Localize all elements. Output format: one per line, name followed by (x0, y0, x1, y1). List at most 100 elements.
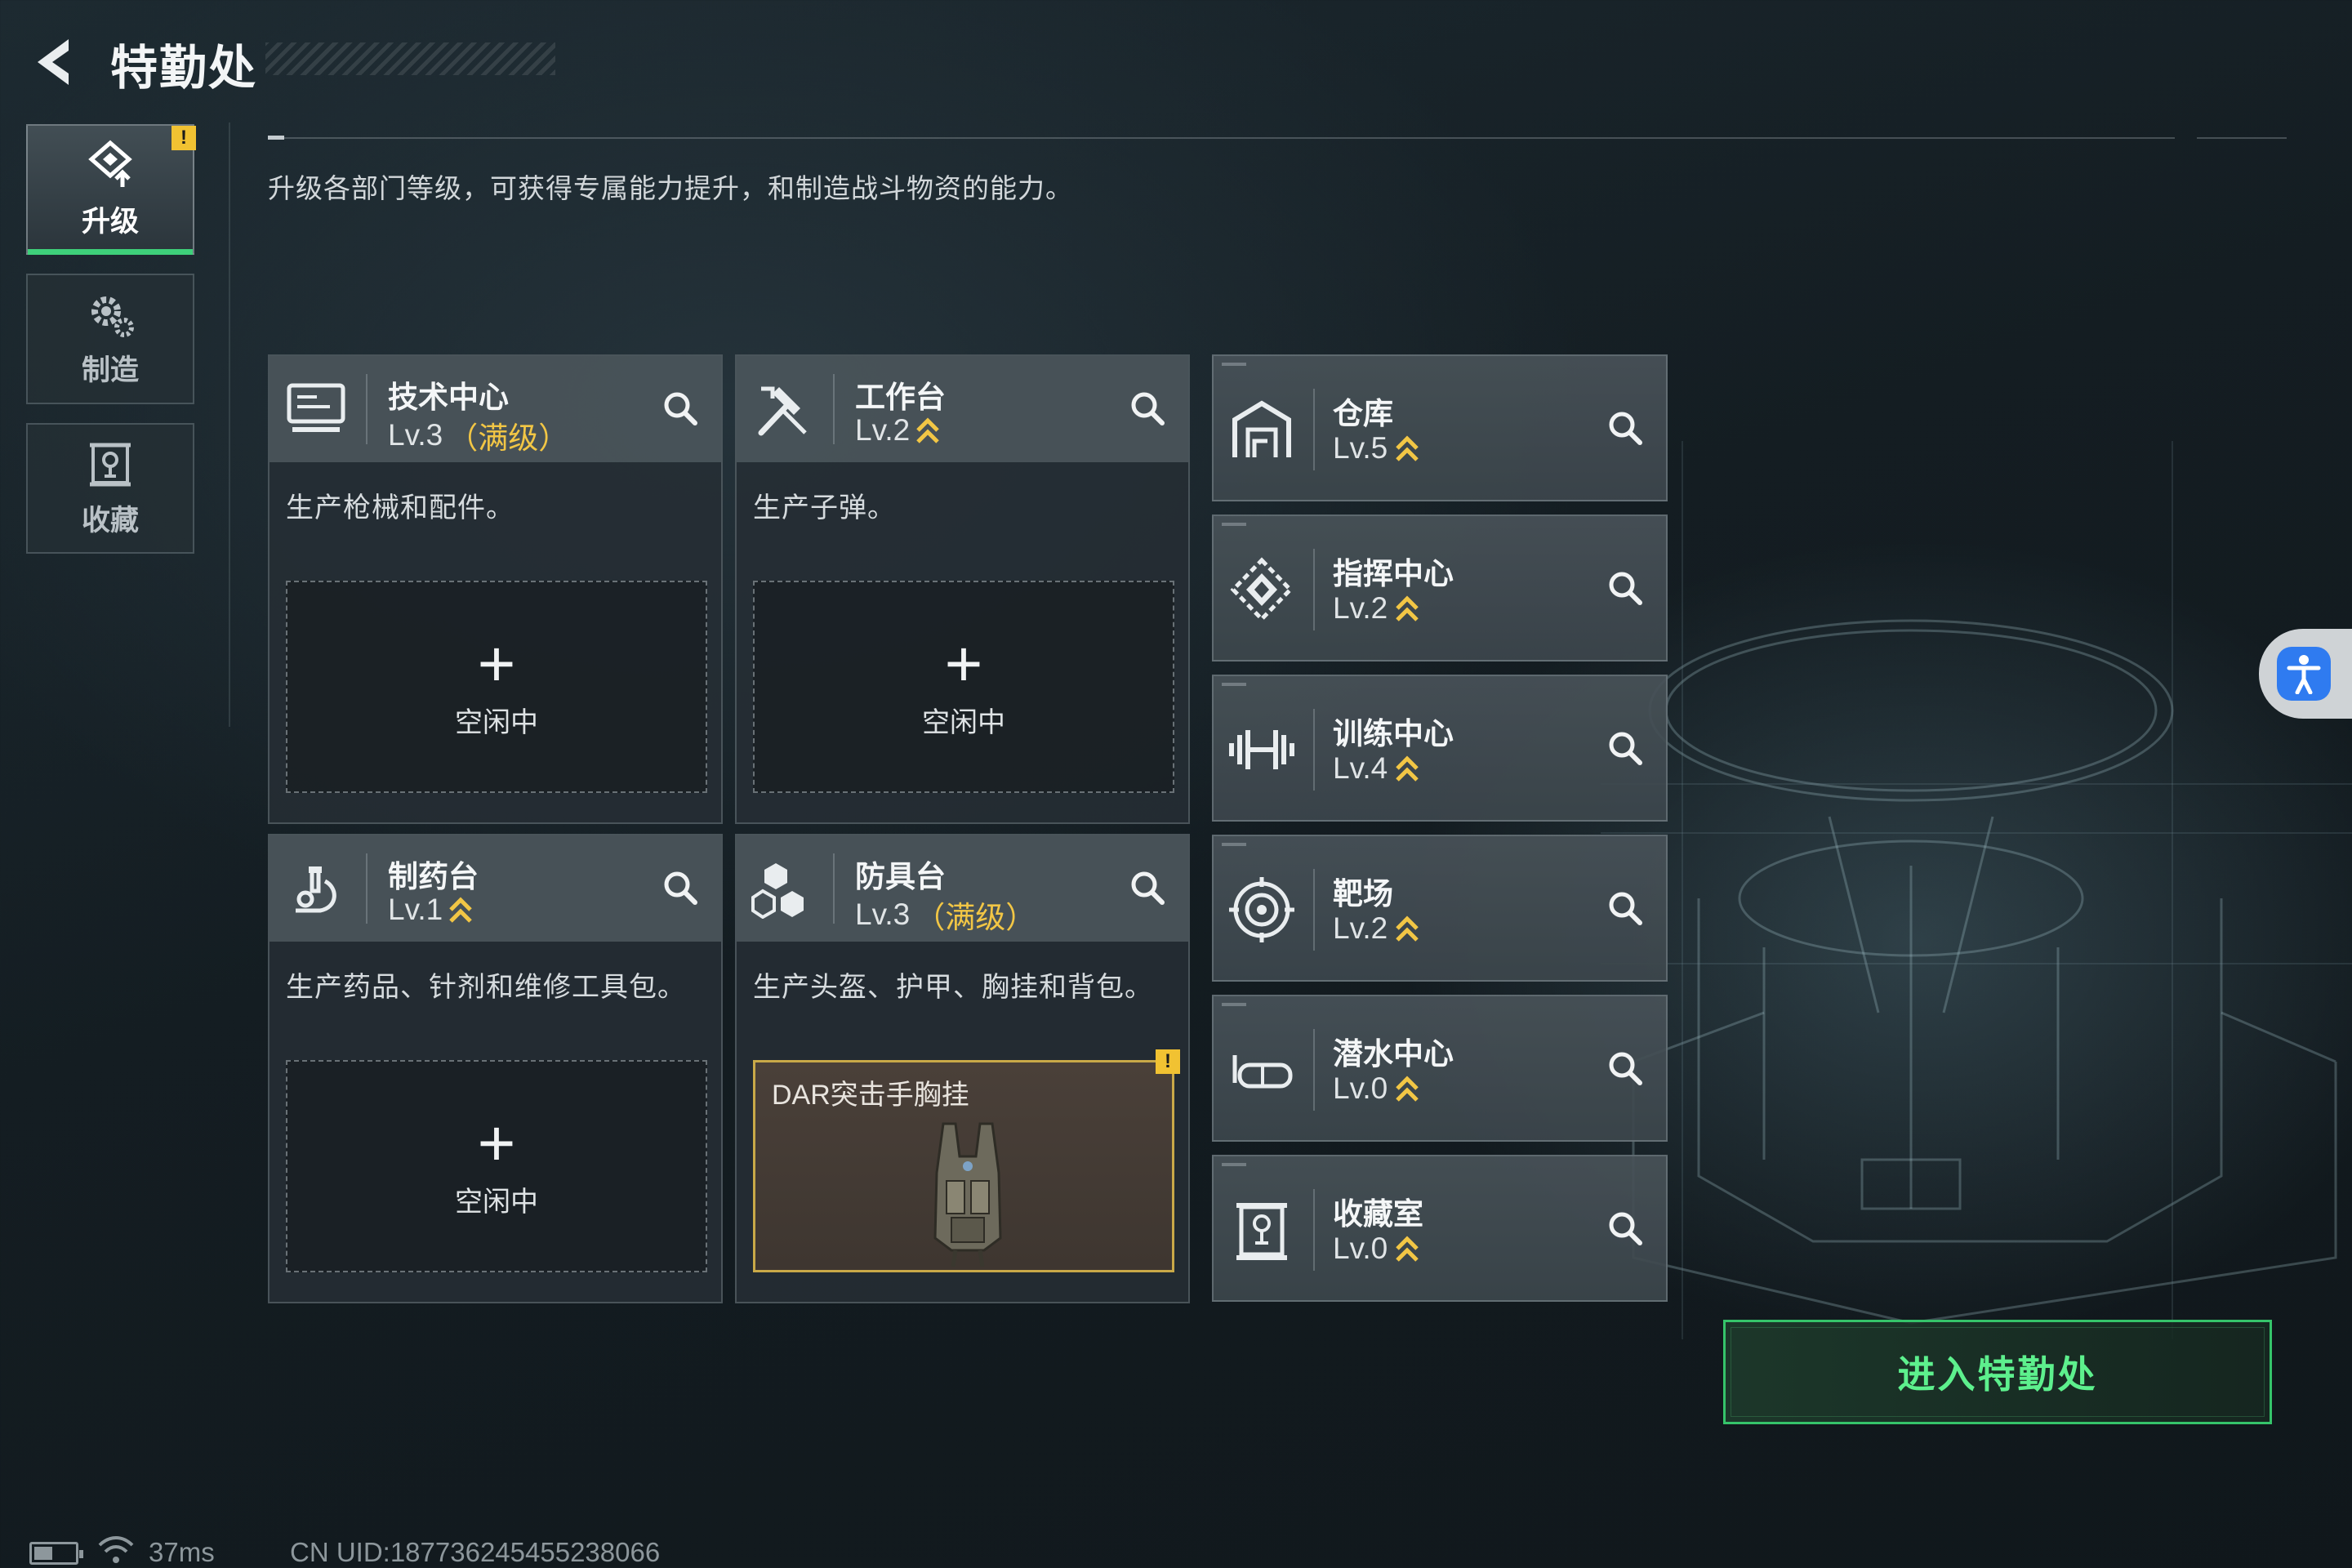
facility-training-center[interactable]: 训练中心 Lv.4 (1212, 675, 1668, 822)
search-icon[interactable] (1597, 1200, 1655, 1258)
title-hatch-decoration (265, 42, 555, 75)
level-text: Lv.4 (1333, 751, 1388, 785)
facility-name: 指挥中心 (1333, 557, 1454, 590)
upgrade-icon (88, 140, 132, 187)
back-arrow-icon[interactable] (26, 33, 85, 91)
slot-status: 空闲中 (455, 706, 538, 738)
facility-name: 收藏室 (1333, 1197, 1423, 1231)
page-title: 特勤处 (110, 42, 258, 95)
level-text: Lv.0 (1333, 1071, 1388, 1105)
hammer-icon (758, 386, 807, 436)
level-text: Lv.3 (388, 418, 443, 452)
command-icon (1230, 557, 1294, 622)
slot-item-name: DAR突击手胸挂 (772, 1080, 969, 1111)
search-icon[interactable] (653, 860, 710, 917)
production-slot-idle[interactable]: + 空闲中 (286, 581, 707, 793)
corner-tick (1222, 1163, 1246, 1166)
facility-diving-center[interactable]: 潜水中心 Lv.0 (1212, 995, 1668, 1142)
header-divider-mark (268, 136, 284, 140)
facility-level: Lv.2 (1333, 591, 1420, 626)
nav-tab-label: 制造 (81, 354, 139, 386)
facility-command-center[interactable]: 指挥中心 Lv.2 (1212, 514, 1668, 662)
search-icon[interactable] (1597, 560, 1655, 617)
collection-icon (90, 443, 131, 486)
upgrade-available-icon (1396, 755, 1419, 782)
nav-tab-craft[interactable]: 制造 (26, 274, 194, 404)
card-divider (366, 374, 368, 444)
facility-level: Lv.0 (1333, 1232, 1420, 1266)
level-text: Lv.2 (1333, 911, 1388, 945)
add-icon: + (944, 626, 983, 700)
slot-status: 空闲中 (455, 1186, 538, 1218)
facility-shooting-range[interactable]: 靶场 Lv.2 (1212, 835, 1668, 982)
card-divider (833, 374, 835, 444)
blocks-icon (751, 863, 804, 919)
corner-tick (1222, 1003, 1246, 1006)
card-header: 技术中心 Lv.3 （满级） (270, 356, 721, 462)
card-divider (366, 853, 368, 924)
accessibility-icon (2277, 647, 2331, 701)
holographic-base-illustration (1601, 441, 2352, 1339)
target-icon (1229, 877, 1294, 942)
facility-level: Lv.0 (1333, 1071, 1420, 1106)
search-icon[interactable] (1120, 860, 1177, 917)
max-level-label: （满级） (915, 901, 1036, 934)
warning-badge: ! (172, 126, 196, 150)
gear-icon (91, 296, 134, 337)
nav-tab-upgrade[interactable]: 升级 ! (26, 124, 196, 255)
corner-tick (1222, 843, 1246, 846)
card-divider (1313, 869, 1315, 951)
card-armor-bench[interactable]: 防具台 Lv.3 （满级） 生产头盔、护甲、胸挂和背包。 DAR突击手胸挂 ! (735, 834, 1190, 1303)
production-slot-idle[interactable]: + 空闲中 (753, 581, 1174, 793)
production-slot-idle[interactable]: + 空闲中 (286, 1060, 707, 1272)
corner-tick (1222, 523, 1246, 526)
card-tech-center[interactable]: 技术中心 Lv.3 （满级） 生产枪械和配件。 + 空闲中 (268, 354, 723, 824)
search-icon[interactable] (1597, 720, 1655, 777)
accessibility-button[interactable] (2259, 629, 2352, 719)
production-slot-active[interactable]: DAR突击手胸挂 ! (753, 1049, 1180, 1272)
level-text: Lv.5 (1333, 431, 1388, 465)
card-description: 生产子弹。 (753, 492, 896, 523)
card-header: 防具台 Lv.3 （满级） (737, 835, 1188, 942)
level-text: Lv.0 (1333, 1232, 1388, 1265)
card-name: 防具台 (855, 860, 946, 893)
nav-divider (229, 122, 230, 727)
card-header: 制药台 Lv.1 (270, 835, 721, 942)
warning-badge: ! (1156, 1049, 1180, 1074)
header-divider (268, 137, 2175, 139)
card-divider (1313, 1189, 1315, 1271)
ping-display: 37ms (149, 1537, 215, 1567)
add-icon: + (477, 1106, 516, 1179)
card-workbench[interactable]: 工作台 Lv.2 生产子弹。 + 空闲中 (735, 354, 1190, 824)
chest-rig-image (933, 1122, 1002, 1267)
facility-collection-room[interactable]: 收藏室 Lv.0 (1212, 1155, 1668, 1302)
search-icon[interactable] (1120, 381, 1177, 438)
max-level-label: （满级） (448, 421, 569, 455)
search-icon[interactable] (1597, 400, 1655, 457)
upgrade-available-icon (1396, 1236, 1419, 1262)
battery-icon (29, 1542, 83, 1565)
user-uid: CN UID:187736245455238066 (290, 1537, 661, 1567)
warehouse-icon (1232, 400, 1291, 457)
facility-warehouse[interactable]: 仓库 Lv.5 (1212, 354, 1668, 501)
level-text: Lv.2 (855, 413, 911, 447)
card-pharmacy[interactable]: 制药台 Lv.1 生产药品、针剂和维修工具包。 + 空闲中 (268, 834, 723, 1303)
card-description: 生产头盔、护甲、胸挂和背包。 (753, 972, 1153, 1003)
upgrade-available-icon (916, 417, 939, 443)
upgrade-available-icon (1396, 435, 1419, 461)
enter-special-ops-button[interactable]: 进入特勤处 (1723, 1320, 2272, 1424)
search-icon[interactable] (653, 381, 710, 438)
diving-mask-icon (1232, 1055, 1293, 1089)
facility-name: 靶场 (1333, 877, 1393, 911)
search-icon[interactable] (1597, 1040, 1655, 1098)
slot-status: 空闲中 (922, 706, 1005, 738)
computer-icon (287, 383, 345, 432)
card-name: 制药台 (388, 860, 479, 893)
nav-tab-label: 升级 (81, 205, 139, 238)
card-divider (1313, 1029, 1315, 1111)
nav-tab-collection[interactable]: 收藏 (26, 423, 194, 554)
level-text: Lv.2 (1333, 591, 1388, 625)
search-icon[interactable] (1597, 880, 1655, 938)
facility-name: 潜水中心 (1333, 1037, 1454, 1071)
facility-level: Lv.5 (1333, 431, 1420, 466)
